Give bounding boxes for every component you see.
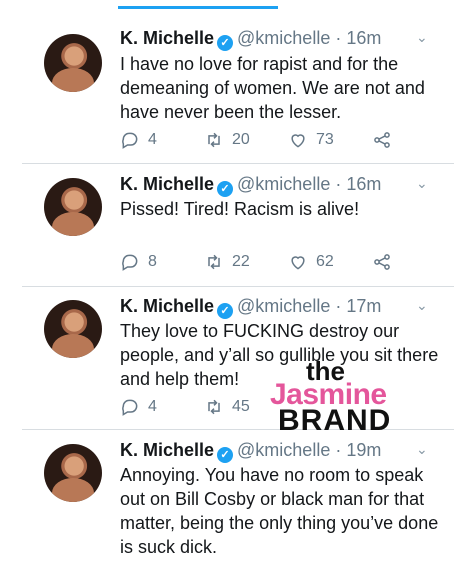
avatar[interactable] (44, 444, 102, 502)
verified-badge-icon: ✓ (217, 181, 234, 197)
retweet-icon (208, 254, 220, 270)
chevron-down-icon[interactable]: ⌄ (416, 442, 430, 456)
author-handle[interactable]: @kmichelle (237, 440, 330, 460)
separator-dot: · (335, 174, 342, 194)
tweet-time[interactable]: 16m (346, 28, 381, 48)
avatar[interactable] (44, 300, 102, 358)
tweet-feed: K. Michelle ✓ @kmichelle · 16m ⌄ I have no… (0, 0, 476, 579)
tweet-text: Pissed! Tired! Racism is alive! (120, 199, 360, 219)
retweet-button[interactable]: 22 (204, 252, 250, 272)
reply-button[interactable]: 4 (120, 130, 157, 150)
reply-icon (122, 399, 138, 416)
retweet-count: 45 (232, 398, 250, 415)
tweet-header: K. Michelle ✓ @kmichelle · 16m (120, 174, 381, 197)
share-button[interactable] (372, 130, 392, 150)
tweet-header: K. Michelle ✓ @kmichelle · 17m (120, 296, 381, 319)
tweet-time[interactable]: 17m (346, 296, 381, 316)
watermark-logo: the Jasmine BRAND (270, 356, 410, 437)
retweet-count: 22 (232, 253, 250, 270)
share-icon (374, 254, 390, 270)
retweet-count: 20 (232, 131, 250, 148)
separator-dot: · (335, 440, 342, 460)
share-button[interactable] (372, 252, 392, 272)
retweet-button[interactable]: 45 (204, 397, 250, 417)
reply-icon (122, 132, 138, 149)
author-name[interactable]: K. Michelle (120, 296, 214, 316)
author-name[interactable]: K. Michelle (120, 440, 214, 460)
reply-button[interactable]: 8 (120, 252, 157, 272)
reply-count: 4 (148, 131, 157, 148)
reply-count: 8 (148, 253, 157, 270)
author-name[interactable]: K. Michelle (120, 28, 214, 48)
heart-icon (291, 134, 305, 148)
separator-dot: · (335, 28, 342, 48)
author-handle[interactable]: @kmichelle (237, 28, 330, 48)
avatar[interactable] (44, 34, 102, 92)
tweet-header: K. Michelle ✓ @kmichelle · 16m (120, 28, 381, 51)
tweet-time[interactable]: 19m (346, 440, 381, 460)
like-count: 73 (316, 131, 334, 148)
chevron-down-icon[interactable]: ⌄ (416, 30, 430, 44)
retweet-icon (208, 132, 220, 148)
chevron-down-icon[interactable]: ⌄ (416, 298, 430, 312)
chevron-down-icon[interactable]: ⌄ (416, 176, 430, 190)
reply-button[interactable]: 4 (120, 397, 157, 417)
verified-badge-icon: ✓ (217, 303, 234, 319)
author-handle[interactable]: @kmichelle (237, 174, 330, 194)
reply-icon (122, 254, 138, 271)
divider (22, 286, 454, 287)
retweet-icon (208, 399, 220, 415)
verified-badge-icon: ✓ (217, 447, 234, 463)
reply-count: 4 (148, 398, 157, 415)
separator-dot: · (335, 296, 342, 316)
tweet-header: K. Michelle ✓ @kmichelle · 19m (120, 440, 381, 463)
tweet-time[interactable]: 16m (346, 174, 381, 194)
retweet-button[interactable]: 20 (204, 130, 250, 150)
tweet-text: Annoying. You have no room to speak out … (120, 465, 439, 557)
verified-badge-icon: ✓ (217, 35, 234, 51)
tweet-text: I have no love for rapist and for the de… (120, 54, 425, 122)
author-name[interactable]: K. Michelle (120, 174, 214, 194)
like-button[interactable]: 62 (288, 252, 334, 272)
author-handle[interactable]: @kmichelle (237, 296, 330, 316)
like-button[interactable]: 73 (288, 130, 334, 150)
avatar[interactable] (44, 178, 102, 236)
watermark-line-brand: BRAND (278, 404, 392, 437)
share-icon (374, 132, 390, 148)
heart-icon (291, 256, 305, 270)
like-count: 62 (316, 253, 334, 270)
divider (22, 163, 454, 164)
